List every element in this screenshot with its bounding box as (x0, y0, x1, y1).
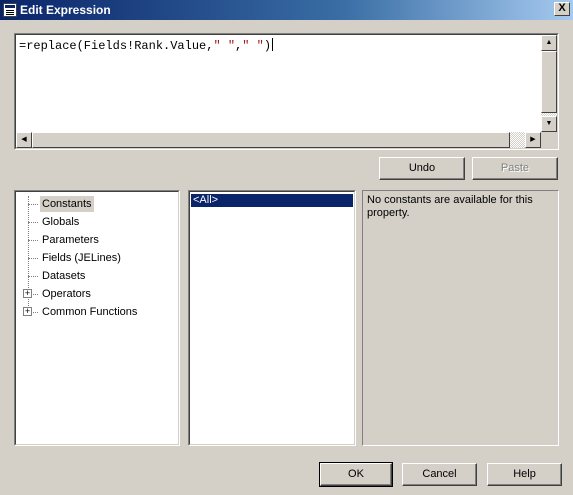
tree-item-operators[interactable]: Operators (40, 286, 93, 302)
arrow-left-icon: ◀ (21, 136, 27, 143)
ok-button[interactable]: OK (319, 462, 393, 487)
scroll-left-button[interactable]: ◀ (16, 132, 32, 148)
tree-connector (28, 240, 38, 241)
text-caret (272, 38, 274, 51)
tree-connector (28, 222, 38, 223)
tree-item-common-functions[interactable]: Common Functions (40, 304, 139, 320)
window-title: Edit Expression (20, 3, 111, 17)
expression-editor[interactable]: =replace(Fields!Rank.Value," "," ") ▲ ▼ … (14, 33, 559, 150)
expression-arg1: " " (213, 39, 236, 53)
horizontal-scrollbar[interactable]: ◀ ▶ (16, 132, 541, 148)
undo-button[interactable]: Undo (379, 157, 465, 180)
close-icon: X (558, 2, 566, 14)
tree-connector (28, 258, 38, 259)
tree-item-parameters[interactable]: Parameters (40, 232, 101, 248)
plus-expander-icon[interactable]: + (23, 307, 32, 316)
help-button-label: Help (513, 468, 536, 480)
scrollbar-corner (541, 132, 557, 148)
paste-button-label: Paste (500, 162, 530, 174)
tree-connector (28, 276, 38, 277)
scroll-right-button[interactable]: ▶ (525, 132, 541, 148)
expression-suffix: ) (263, 39, 272, 53)
arrow-down-icon: ▼ (545, 120, 553, 127)
cancel-button-label: Cancel (422, 468, 457, 480)
tree-item-datasets[interactable]: Datasets (40, 268, 87, 284)
tree-item-globals[interactable]: Globals (40, 214, 81, 230)
description-text: No constants are available for this prop… (367, 194, 533, 219)
expression-text[interactable]: =replace(Fields!Rank.Value," "," ") (19, 38, 274, 53)
tree-item-fields[interactable]: Fields (JELines) (40, 250, 123, 266)
expression-arg2: " " (242, 39, 264, 53)
arrow-up-icon: ▲ (545, 39, 553, 46)
paste-button[interactable]: Paste (472, 157, 558, 180)
list-item-all[interactable]: <All> (191, 194, 353, 207)
horizontal-scroll-thumb[interactable] (32, 132, 510, 148)
description-panel: No constants are available for this prop… (362, 190, 559, 446)
scroll-up-button[interactable]: ▲ (541, 35, 557, 51)
tree-item-constants[interactable]: Constants (40, 196, 94, 212)
expression-dialog-icon (3, 3, 17, 17)
scroll-down-button[interactable]: ▼ (541, 116, 557, 132)
title-bar[interactable]: Edit Expression X (0, 0, 573, 20)
item-list[interactable]: <All> (188, 190, 356, 446)
close-button[interactable]: X (554, 2, 570, 16)
cancel-button[interactable]: Cancel (402, 463, 477, 486)
undo-button-label: Undo (408, 162, 436, 174)
vertical-scroll-thumb[interactable] (541, 51, 557, 113)
category-tree[interactable]: Constants Globals Parameters Fields (JEL… (14, 190, 180, 446)
expression-prefix: =replace(Fields!Rank.Value, (19, 39, 214, 53)
help-button[interactable]: Help (487, 463, 562, 486)
ok-button-label: OK (348, 468, 364, 480)
vertical-scrollbar[interactable]: ▲ ▼ (541, 35, 557, 132)
tree-connector (28, 204, 38, 205)
arrow-right-icon: ▶ (530, 136, 536, 143)
plus-expander-icon[interactable]: + (23, 289, 32, 298)
